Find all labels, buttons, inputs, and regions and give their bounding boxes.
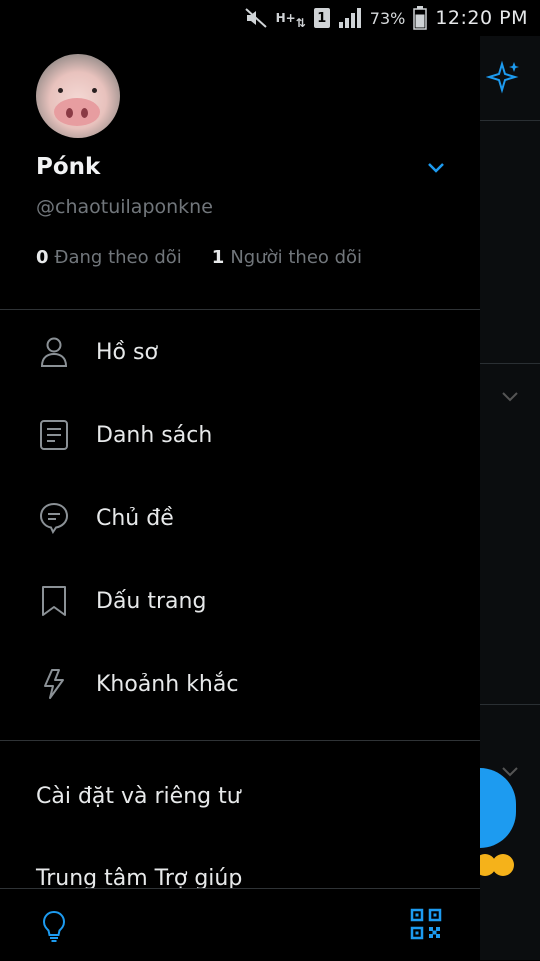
battery-percent: 73%	[369, 8, 406, 28]
navigation-drawer: Pónk @chaotuilaponkne 0 Đang theo dõi 1 …	[0, 36, 480, 961]
status-bar: H+ ⇅ 1 73% 12:20 PM	[0, 0, 540, 36]
network-type-icon: H+ ⇅	[275, 10, 306, 30]
profile-avatar[interactable]	[36, 54, 120, 138]
emoji-icon	[492, 854, 514, 876]
pig-eye	[92, 88, 97, 93]
battery-icon	[413, 6, 428, 30]
menu-label: Hồ sơ	[96, 339, 158, 365]
divider	[0, 309, 480, 310]
signal-icon	[338, 7, 362, 29]
mute-icon	[244, 7, 268, 29]
pig-eye	[58, 88, 63, 93]
follow-stats: 0 Đang theo dõi 1 Người theo dõi	[36, 247, 362, 268]
following-label[interactable]: Đang theo dõi	[55, 247, 182, 268]
list-icon	[38, 419, 70, 451]
menu-item-lists[interactable]: Danh sách	[0, 400, 480, 470]
following-count[interactable]: 0	[36, 247, 49, 268]
lightning-icon	[38, 668, 70, 700]
menu-label: Chủ đề	[96, 505, 174, 531]
display-name[interactable]: Pónk	[36, 154, 100, 180]
pig-snout	[54, 98, 100, 126]
menu-label: Danh sách	[96, 422, 213, 448]
sparkle-icon	[485, 60, 522, 100]
sim-icon: 1	[313, 8, 330, 28]
menu-item-profile[interactable]: Hồ sơ	[0, 317, 480, 387]
drawer-bottom-bar	[0, 888, 480, 961]
qr-code-icon[interactable]	[410, 908, 442, 944]
settings-privacy-link[interactable]: Cài đặt và riêng tư	[36, 784, 241, 809]
account-switcher-chevron-icon[interactable]	[425, 160, 447, 180]
menu-item-topics[interactable]: Chủ đề	[0, 483, 480, 553]
followers-count[interactable]: 1	[212, 247, 225, 268]
menu-label: Khoảnh khắc	[96, 671, 239, 697]
lightbulb-icon[interactable]	[40, 909, 68, 947]
username-handle: @chaotuilaponkne	[36, 196, 213, 218]
menu-item-bookmarks[interactable]: Dấu trang	[0, 566, 480, 636]
chevron-down-icon	[500, 389, 520, 408]
topics-icon	[38, 502, 70, 534]
clock: 12:20 PM	[435, 7, 528, 29]
menu-item-moments[interactable]: Khoảnh khắc	[0, 649, 480, 719]
divider	[0, 740, 480, 741]
background-timeline	[474, 36, 540, 960]
bookmark-icon	[38, 585, 70, 617]
menu-label: Dấu trang	[96, 588, 207, 614]
followers-label[interactable]: Người theo dõi	[230, 247, 362, 268]
person-icon	[38, 336, 70, 368]
